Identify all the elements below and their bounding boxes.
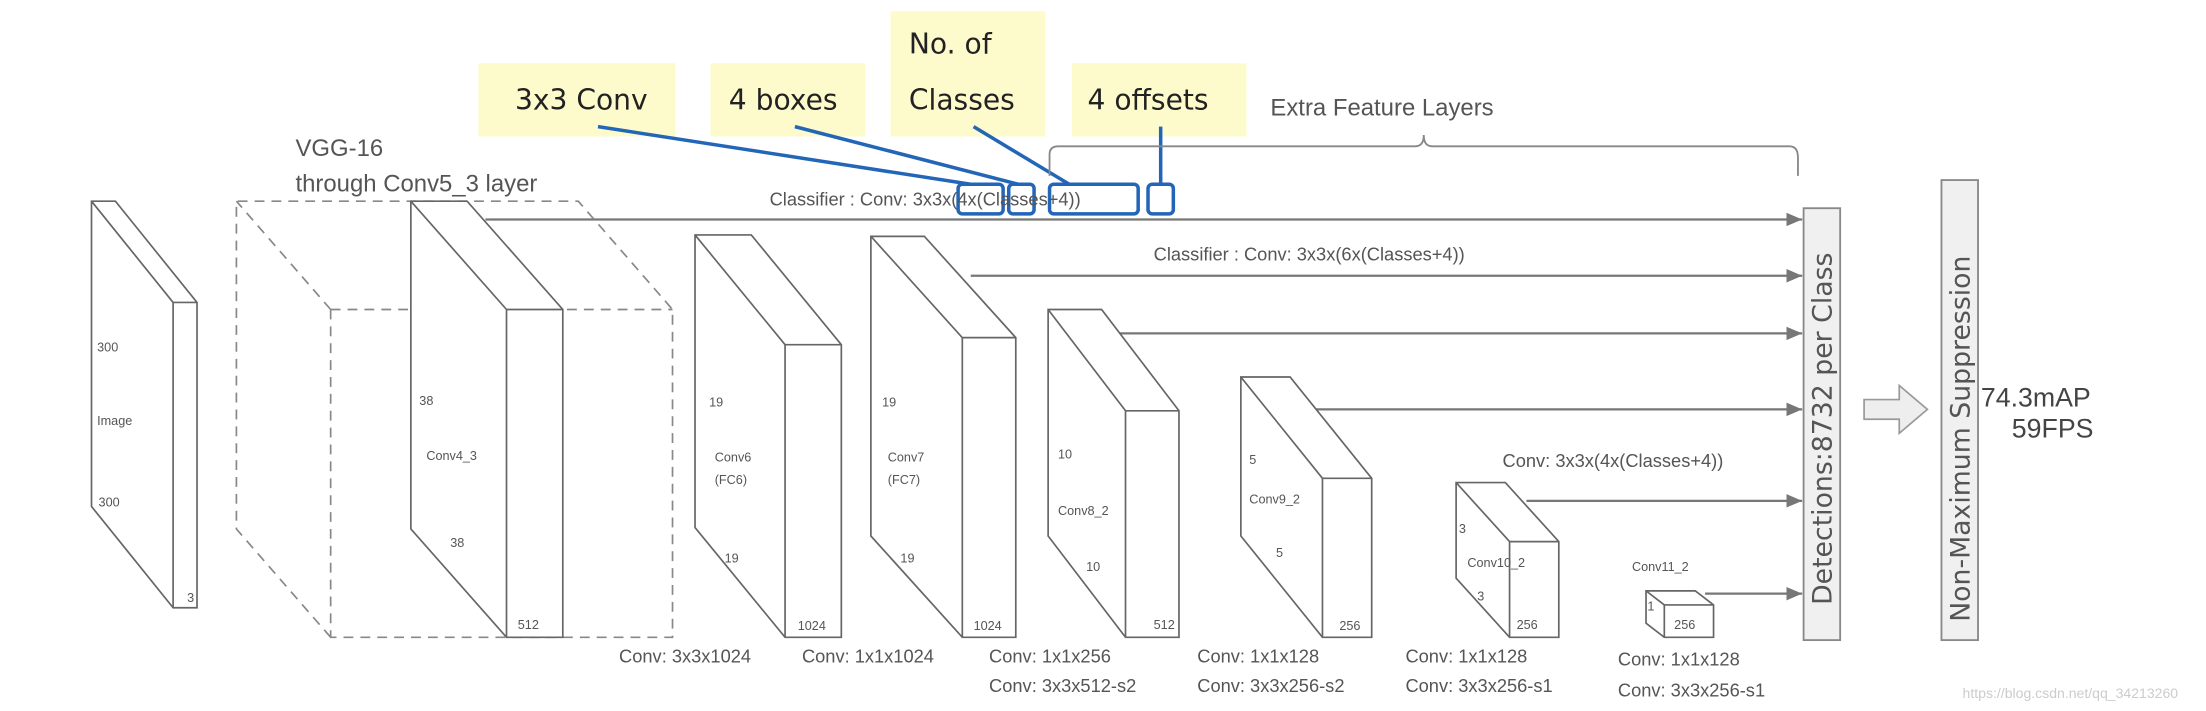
result-map: 74.3mAP	[1981, 383, 2091, 413]
vgg-label: through Conv5_3 layer	[295, 170, 537, 197]
conv4_3-cuboid	[410, 200, 564, 639]
conv11_2-op2: Conv: 3x3x256-s1	[1618, 679, 1765, 700]
image-height: 300	[97, 341, 118, 355]
conv7-channels: 1024	[974, 619, 1002, 633]
callout-label: 3x3 Conv	[515, 84, 648, 117]
conv6-channels: 1024	[798, 619, 826, 633]
conv4_3-channels: 512	[518, 618, 539, 632]
conv7-width: 19	[900, 552, 914, 566]
result-fps: 59FPS	[2012, 414, 2094, 444]
conv10_2-channels: 256	[1517, 618, 1538, 632]
conv8_2-height: 10	[1058, 448, 1072, 462]
vgg-label: VGG-16	[295, 135, 383, 162]
conv10_2-label: Conv10_2	[1467, 556, 1525, 570]
conv8_2-op1: Conv: 1x1x256	[989, 646, 1111, 667]
detections-label: Detections:8732 per Class	[1808, 253, 1839, 605]
conv9_2-channels: 256	[1339, 619, 1360, 633]
conv11_2-height: 1	[1647, 600, 1654, 614]
watermark: https://blog.csdn.net/qq_34213260	[1963, 685, 2179, 701]
conv8_2-channels: 512	[1154, 618, 1175, 632]
conv9_2-op1: Conv: 1x1x128	[1197, 646, 1319, 667]
conv7-sublabel: (FC7)	[888, 473, 920, 487]
conv8_2-width: 10	[1086, 560, 1100, 574]
callout-no-of-classes: No. of Classes	[890, 11, 1046, 137]
right-arrow-icon	[1863, 383, 1929, 436]
feature-map-cuboids	[90, 200, 1715, 639]
image-cuboid	[90, 200, 198, 609]
image-label: Image	[97, 414, 132, 428]
conv11_2-label: Conv11_2	[1632, 560, 1689, 574]
conv4_3-label: Conv4_3	[426, 449, 477, 463]
layer-ops: Conv: 3x3x1024 Conv: 1x1x1024 Conv: 1x1x…	[619, 646, 1765, 701]
conv7-op: Conv: 1x1x1024	[802, 646, 934, 667]
conv10_2-op1: Conv: 1x1x128	[1405, 646, 1527, 667]
detections-box: Detections:8732 per Class	[1802, 207, 1842, 642]
conv9_2-width: 5	[1276, 546, 1283, 560]
conv6-cuboid	[694, 234, 843, 639]
conv10_2-height: 3	[1459, 522, 1466, 536]
callout-label: No. of	[909, 27, 993, 60]
nms-box: Non-Maximum Suppression	[1940, 179, 1979, 642]
conv10_2-width: 3	[1477, 590, 1484, 604]
conv8_2-op2: Conv: 3x3x512-s2	[989, 675, 1136, 696]
classifier-label-3: Conv: 3x3x(4x(Classes+4))	[1503, 450, 1724, 471]
conv6-width: 19	[725, 552, 739, 566]
conv7-cuboid	[870, 235, 1017, 639]
conv9_2-op2: Conv: 3x3x256-s2	[1197, 675, 1344, 696]
conv9_2-height: 5	[1249, 453, 1256, 467]
conv9_2-cuboid	[1240, 376, 1373, 639]
conv10_2-op2: Conv: 3x3x256-s1	[1405, 675, 1552, 696]
nms-label: Non-Maximum Suppression	[1946, 256, 1977, 622]
conv8_2-label: Conv8_2	[1058, 504, 1109, 518]
image-channels: 3	[187, 591, 194, 605]
conv4_3-width: 38	[450, 536, 464, 550]
callout-label: 4 boxes	[729, 84, 838, 117]
conv6-label: Conv6	[715, 450, 752, 464]
callout-3x3-conv: 3x3 Conv	[478, 63, 676, 137]
conv7-height: 19	[882, 396, 896, 410]
conv9_2-label: Conv9_2	[1249, 493, 1300, 507]
ssd-architecture-diagram: 3x3 Conv 4 boxes No. of Classes 4 offset…	[90, 11, 2179, 701]
conv6-op: Conv: 3x3x1024	[619, 646, 751, 667]
conv11_2-op1: Conv: 1x1x128	[1618, 648, 1740, 669]
conv6-height: 19	[709, 396, 723, 410]
image-width: 300	[99, 495, 120, 509]
callout-4-boxes: 4 boxes	[710, 63, 866, 137]
extra-feature-layers-label: Extra Feature Layers	[1270, 94, 1493, 121]
conv4_3-height: 38	[419, 394, 433, 408]
classifier-label-2: Classifier : Conv: 3x3x(6x(Classes+4))	[1154, 243, 1465, 264]
callout-label: 4 offsets	[1088, 84, 1209, 117]
classifier-label-1: Classifier : Conv: 3x3x(4x(Classes+4))	[770, 188, 1081, 209]
callout-4-offsets: 4 offsets	[1072, 63, 1247, 137]
conv6-sublabel: (FC6)	[715, 473, 747, 487]
conv7-label: Conv7	[888, 450, 925, 464]
conv11_2-channels: 256	[1674, 618, 1695, 632]
conv8_2-cuboid	[1047, 308, 1180, 639]
callout-label: Classes	[909, 84, 1015, 117]
